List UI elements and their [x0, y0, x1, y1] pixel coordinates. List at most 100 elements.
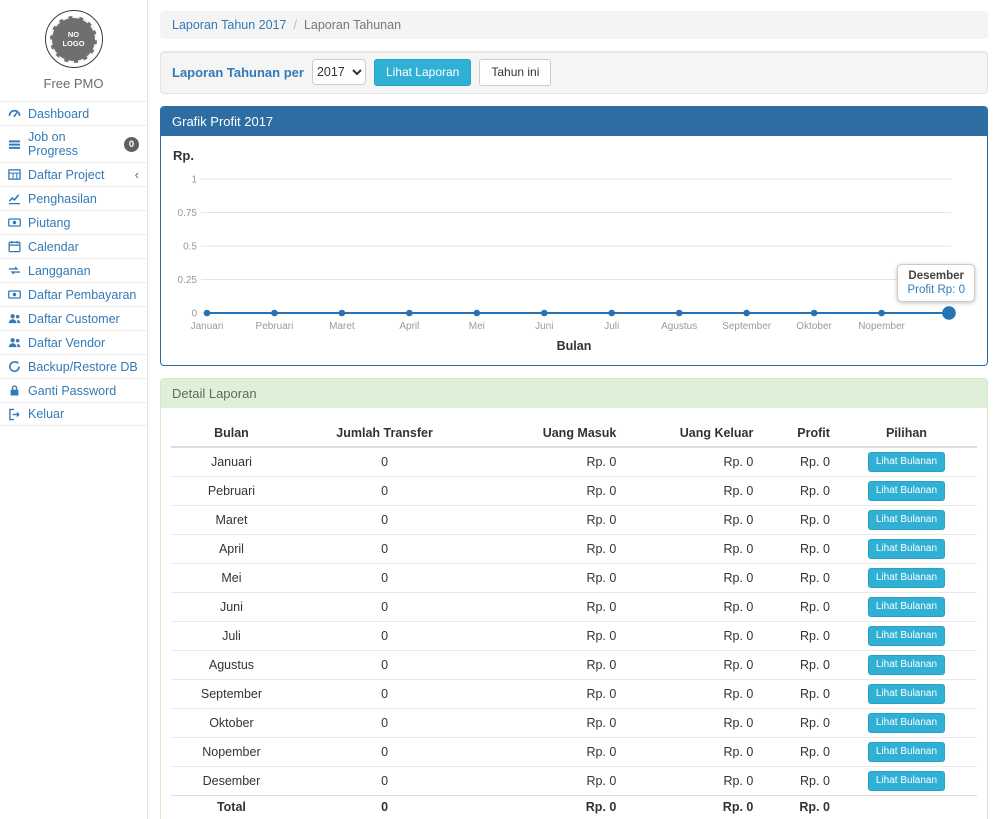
view-monthly-button[interactable]: Lihat Bulanan	[868, 771, 945, 791]
svg-text:Mei: Mei	[469, 321, 485, 332]
cell-profit: Rp. 0	[759, 534, 836, 563]
sidebar-item-dashboard[interactable]: Dashboard	[0, 101, 147, 125]
sidebar-item-label: Daftar Project	[28, 168, 104, 182]
cell-uang-keluar: Rp. 0	[622, 679, 759, 708]
this-year-button[interactable]: Tahun ini	[479, 59, 551, 86]
money-icon	[8, 216, 21, 229]
view-monthly-button[interactable]: Lihat Bulanan	[868, 742, 945, 762]
view-report-button[interactable]: Lihat Laporan	[374, 59, 471, 86]
cell-pilihan: Lihat Bulanan	[836, 505, 977, 534]
sidebar-item-job-on-progress[interactable]: Job on Progress0	[0, 125, 147, 162]
main-content: Laporan Tahun 2017 / Laporan Tahunan Lap…	[148, 0, 1000, 819]
table-row-pebruari: Pebruari0Rp. 0Rp. 0Rp. 0Lihat Bulanan	[171, 476, 977, 505]
view-monthly-button[interactable]: Lihat Bulanan	[868, 655, 945, 675]
sidebar-item-label: Job on Progress	[28, 130, 117, 158]
sidebar-item-label: Backup/Restore DB	[28, 360, 138, 374]
view-monthly-button[interactable]: Lihat Bulanan	[868, 452, 945, 472]
table-icon	[8, 168, 21, 181]
column-header-uang-keluar: Uang Keluar	[622, 420, 759, 447]
cell-uang-keluar: Rp. 0	[622, 534, 759, 563]
cell-uang-masuk: Rp. 0	[477, 505, 622, 534]
cell-jumlah-transfer: 0	[292, 708, 477, 737]
cell-bulan: Juli	[171, 621, 292, 650]
total-cell-uang-keluar: Rp. 0	[622, 795, 759, 818]
chart-line-icon	[8, 192, 21, 205]
view-monthly-button[interactable]: Lihat Bulanan	[868, 713, 945, 733]
logo-text: NO LOGO	[61, 30, 87, 48]
sidebar-item-label: Langganan	[28, 264, 91, 278]
cell-jumlah-transfer: 0	[292, 621, 477, 650]
cell-pilihan: Lihat Bulanan	[836, 766, 977, 795]
app-window: NO LOGO Free PMO Dashboard Job on Progres…	[0, 0, 1000, 819]
cell-jumlah-transfer: 0	[292, 737, 477, 766]
profit-chart-svg: 10.750.50.250JanuariPebruariMaretAprilMe…	[171, 165, 977, 337]
cell-uang-masuk: Rp. 0	[477, 708, 622, 737]
cell-uang-masuk: Rp. 0	[477, 650, 622, 679]
breadcrumb-link[interactable]: Laporan Tahun 2017	[172, 18, 286, 32]
cell-profit: Rp. 0	[759, 708, 836, 737]
chevron-left-icon: ‹	[135, 168, 139, 181]
cell-jumlah-transfer: 0	[292, 650, 477, 679]
view-monthly-button[interactable]: Lihat Bulanan	[868, 510, 945, 530]
column-header-bulan: Bulan	[171, 420, 292, 447]
report-table: BulanJumlah TransferUang MasukUang Kelua…	[171, 420, 977, 818]
retweet-icon	[8, 264, 21, 277]
sidebar-item-daftar-project[interactable]: Daftar Project ‹	[0, 162, 147, 186]
svg-text:April: April	[399, 321, 419, 332]
svg-text:Agustus: Agustus	[661, 321, 697, 332]
view-monthly-button[interactable]: Lihat Bulanan	[868, 568, 945, 588]
view-monthly-button[interactable]: Lihat Bulanan	[868, 597, 945, 617]
table-header-row: BulanJumlah TransferUang MasukUang Kelua…	[171, 420, 977, 447]
cell-uang-keluar: Rp. 0	[622, 563, 759, 592]
view-monthly-button[interactable]: Lihat Bulanan	[868, 626, 945, 646]
cell-jumlah-transfer: 0	[292, 592, 477, 621]
cell-uang-keluar: Rp. 0	[622, 766, 759, 795]
sidebar-item-piutang[interactable]: Piutang	[0, 210, 147, 234]
sidebar-item-daftar-vendor[interactable]: Daftar Vendor	[0, 330, 147, 354]
breadcrumb-active: Laporan Tahunan	[304, 18, 401, 32]
sidebar-menu: Dashboard Job on Progress0 Daftar Project ‹…	[0, 101, 147, 426]
cell-pilihan: Lihat Bulanan	[836, 534, 977, 563]
detail-panel-body: BulanJumlah TransferUang MasukUang Kelua…	[161, 408, 987, 819]
svg-text:0.25: 0.25	[178, 275, 198, 286]
column-header-pilihan: Pilihan	[836, 420, 977, 447]
cell-uang-keluar: Rp. 0	[622, 650, 759, 679]
sidebar-item-daftar-customer[interactable]: Daftar Customer	[0, 306, 147, 330]
svg-text:0.5: 0.5	[183, 241, 197, 252]
cell-uang-masuk: Rp. 0	[477, 766, 622, 795]
sidebar-item-langganan[interactable]: Langganan	[0, 258, 147, 282]
cell-uang-keluar: Rp. 0	[622, 708, 759, 737]
year-select[interactable]: 2017	[312, 59, 366, 85]
table-row-september: September0Rp. 0Rp. 0Rp. 0Lihat Bulanan	[171, 679, 977, 708]
cell-pilihan: Lihat Bulanan	[836, 708, 977, 737]
sidebar-item-keluar[interactable]: Keluar	[0, 402, 147, 426]
sidebar-item-backup-restore-db[interactable]: Backup/Restore DB	[0, 354, 147, 378]
tasks-icon	[8, 138, 21, 151]
brand-name: Free PMO	[0, 76, 147, 91]
view-monthly-button[interactable]: Lihat Bulanan	[868, 539, 945, 559]
chart-panel-body: Rp. 10.750.50.250JanuariPebruariMaretApr…	[161, 136, 987, 365]
table-row-nopember: Nopember0Rp. 0Rp. 0Rp. 0Lihat Bulanan	[171, 737, 977, 766]
total-cell-uang-masuk: Rp. 0	[477, 795, 622, 818]
view-monthly-button[interactable]: Lihat Bulanan	[868, 684, 945, 704]
cell-profit: Rp. 0	[759, 679, 836, 708]
cell-uang-masuk: Rp. 0	[477, 592, 622, 621]
cell-bulan: Januari	[171, 447, 292, 477]
table-row-oktober: Oktober0Rp. 0Rp. 0Rp. 0Lihat Bulanan	[171, 708, 977, 737]
svg-text:Maret: Maret	[329, 321, 355, 332]
cell-bulan: Maret	[171, 505, 292, 534]
view-monthly-button[interactable]: Lihat Bulanan	[868, 481, 945, 501]
detail-report-panel: Detail Laporan BulanJumlah TransferUang …	[160, 378, 988, 819]
sidebar-item-label: Calendar	[28, 240, 79, 254]
sidebar-item-calendar[interactable]: Calendar	[0, 234, 147, 258]
sidebar-item-ganti-password[interactable]: Ganti Password	[0, 378, 147, 402]
sidebar-item-penghasilan[interactable]: Penghasilan	[0, 186, 147, 210]
sidebar-item-label: Ganti Password	[28, 384, 116, 398]
sidebar-item-label: Dashboard	[28, 107, 89, 121]
cell-pilihan: Lihat Bulanan	[836, 563, 977, 592]
cell-bulan: Mei	[171, 563, 292, 592]
refresh-icon	[8, 360, 21, 373]
sidebar-item-daftar-pembayaran[interactable]: Daftar Pembayaran	[0, 282, 147, 306]
svg-text:September: September	[722, 321, 772, 332]
sidebar-item-label: Keluar	[28, 407, 64, 421]
